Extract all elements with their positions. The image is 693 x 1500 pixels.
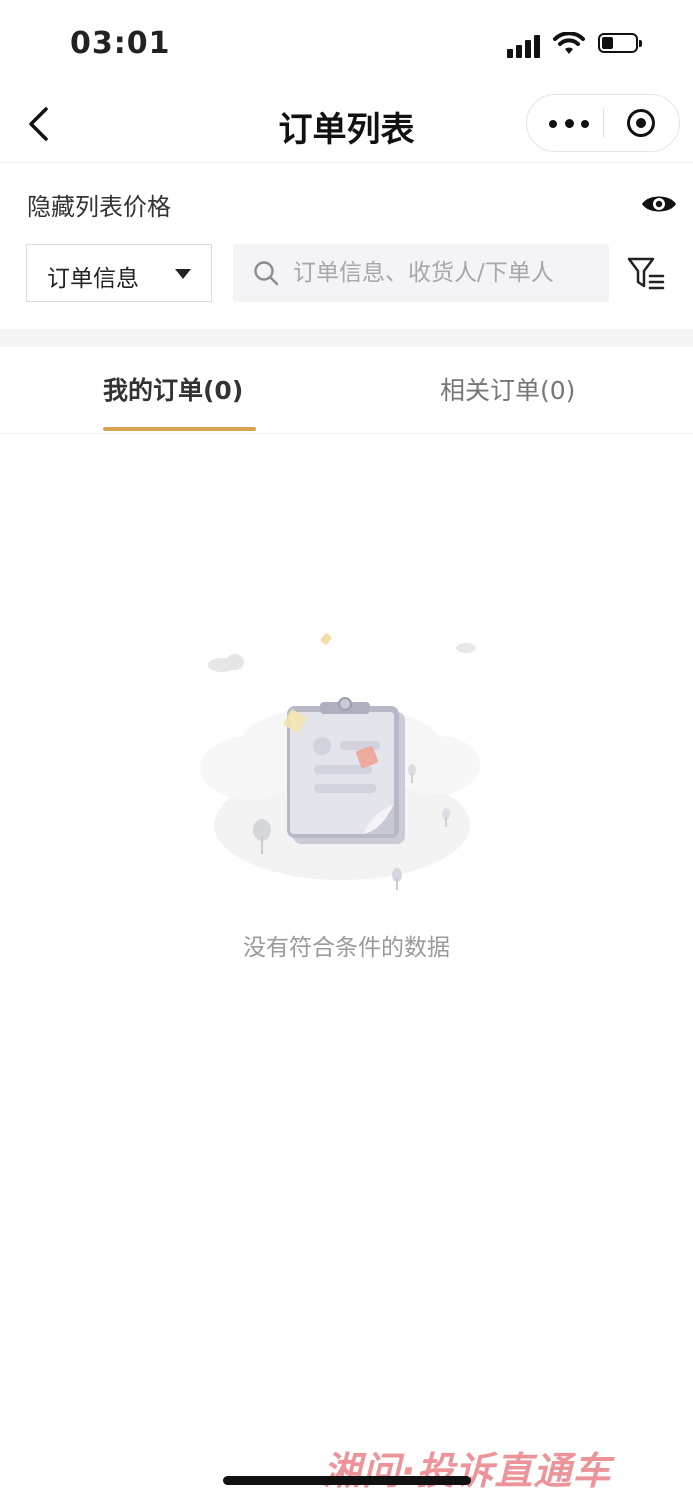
- home-indicator: [223, 1476, 471, 1485]
- empty-state-message: 没有符合条件的数据: [243, 935, 450, 961]
- empty-clipboard-illustration: [200, 633, 480, 890]
- status-bar: 03:01: [0, 0, 693, 90]
- section-divider: [0, 329, 693, 347]
- battery-icon: [598, 33, 642, 55]
- hide-price-row: 隐藏列表价格: [0, 163, 693, 239]
- search-box[interactable]: [233, 244, 609, 302]
- filter-list-icon[interactable]: [626, 256, 666, 292]
- order-tabs: 我的订单(0) 相关订单(0): [0, 347, 693, 434]
- target-circle-icon[interactable]: [626, 108, 656, 138]
- caret-down-icon: [175, 269, 191, 279]
- wifi-icon: [553, 32, 585, 54]
- eye-icon[interactable]: [640, 191, 678, 217]
- active-tab-indicator: [103, 427, 256, 431]
- navigation-bar: 订单列表: [0, 90, 693, 163]
- capsule-divider: [603, 108, 604, 138]
- tab-my-orders[interactable]: 我的订单(0): [103, 371, 243, 407]
- search-type-dropdown[interactable]: 订单信息: [26, 244, 212, 302]
- more-dots-icon[interactable]: [547, 109, 591, 137]
- cellular-signal-icon: [507, 34, 543, 58]
- tab-related-orders[interactable]: 相关订单(0): [440, 371, 575, 407]
- status-time: 03:01: [70, 26, 171, 61]
- search-icon: [254, 261, 279, 286]
- search-input[interactable]: [293, 253, 593, 293]
- search-row: 订单信息: [0, 240, 693, 310]
- watermark-logo: 湘问·投诉直通车: [323, 1449, 612, 1493]
- mini-program-capsule: [526, 94, 680, 152]
- hide-price-label: 隐藏列表价格: [27, 193, 171, 221]
- dropdown-value: 订单信息: [47, 266, 139, 292]
